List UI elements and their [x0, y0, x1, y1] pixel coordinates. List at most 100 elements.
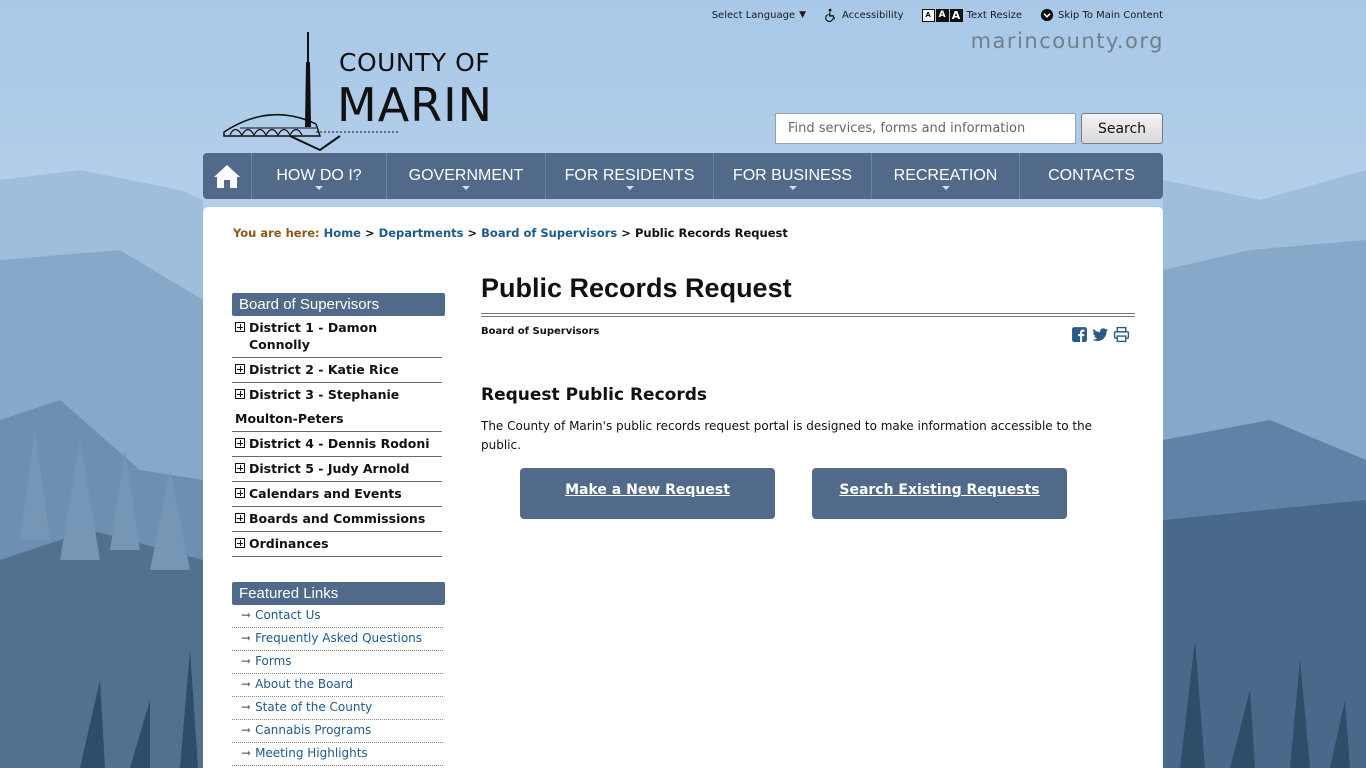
featured-link-label: Cannabis Programs [255, 723, 372, 737]
expand-plus-icon[interactable] [235, 438, 245, 448]
breadcrumb-lead: You are here: [233, 226, 320, 240]
sidebar-item-label: District 2 - Katie Rice [249, 362, 399, 377]
breadcrumb-separator: > [365, 226, 375, 240]
featured-links: Featured Links ➞ Contact Us ➞ Frequently A… [232, 582, 445, 766]
chevron-down-icon: ▼ [799, 10, 807, 20]
breadcrumb-departments-link[interactable]: Departments [379, 226, 464, 240]
featured-link-highlights[interactable]: ➞ Meeting Highlights [232, 743, 443, 766]
expand-plus-icon[interactable] [235, 513, 245, 523]
sidebar-item-label: District 3 - Stephanie Moulton-Peters [235, 386, 442, 427]
nav-for-business[interactable]: FOR BUSINESS [714, 153, 872, 199]
breadcrumb-current: Public Records Request [634, 226, 788, 240]
section-heading: Request Public Records [481, 385, 708, 405]
arrow-right-icon: ➞ [241, 631, 252, 645]
sidebar-board-menu: Board of Supervisors District 1 - Damon … [232, 293, 445, 557]
expand-plus-icon[interactable] [235, 322, 245, 332]
text-resize-control[interactable]: A A A Text Resize [921, 8, 1022, 22]
arrow-right-icon: ➞ [241, 654, 252, 668]
page-title: Public Records Request [481, 273, 1135, 317]
sidebar-list: District 1 - Damon Connolly District 2 -… [232, 316, 445, 557]
sidebar-item-boards[interactable]: Boards and Commissions [232, 507, 442, 532]
content-panel: You are here: Home > Departments > Board… [203, 207, 1163, 768]
accessibility-link[interactable]: Accessibility [824, 8, 904, 22]
sidebar-item-label: Calendars and Events [249, 486, 402, 501]
site-domain: marincounty.org [970, 29, 1164, 53]
nav-home[interactable] [203, 153, 252, 199]
featured-title: Featured Links [232, 582, 445, 605]
featured-link-forms[interactable]: ➞ Forms [232, 651, 443, 674]
sidebar-item-label: District 5 - Judy Arnold [249, 461, 410, 476]
search-existing-requests-button[interactable]: Search Existing Requests [812, 468, 1067, 519]
caret-down-icon [941, 186, 950, 190]
nav-label: RECREATION [893, 167, 998, 184]
arrow-right-icon: ➞ [241, 723, 252, 737]
section-description: The County of Marin's public records req… [481, 419, 1093, 452]
sidebar-item-calendars[interactable]: Calendars and Events [232, 482, 442, 507]
sidebar-item-ordinances[interactable]: Ordinances [232, 532, 442, 557]
nav-contacts[interactable]: CONTACTS [1020, 153, 1163, 199]
breadcrumb-separator: > [467, 226, 478, 240]
featured-link-about[interactable]: ➞ About the Board [232, 674, 443, 697]
expand-plus-icon[interactable] [235, 389, 245, 399]
sidebar-item-district-3[interactable]: District 3 - Stephanie Moulton-Peters [232, 383, 442, 432]
arrow-right-icon: ➞ [241, 700, 252, 714]
nav-label: FOR BUSINESS [732, 167, 853, 184]
sidebar-item-district-2[interactable]: District 2 - Katie Rice [232, 358, 442, 383]
featured-link-faq[interactable]: ➞ Frequently Asked Questions [232, 628, 443, 651]
logo-county-of: COUNTY OF [339, 48, 491, 77]
language-label: Select Language [711, 9, 796, 21]
sidebar-title[interactable]: Board of Supervisors [232, 293, 445, 316]
sidebar-item-label-line1: District 3 - Stephanie [249, 387, 400, 402]
featured-link-label: Frequently Asked Questions [255, 631, 423, 645]
featured-link-label: Forms [255, 654, 292, 668]
accessibility-label: Accessibility [842, 9, 904, 21]
text-size-small[interactable]: A [921, 8, 935, 22]
department-row: Board of Supervisors [481, 317, 1135, 353]
sidebar-item-district-1[interactable]: District 1 - Damon Connolly [232, 316, 442, 358]
nav-government[interactable]: GOVERNMENT [387, 153, 546, 199]
expand-plus-icon[interactable] [235, 538, 245, 548]
sidebar-item-district-4[interactable]: District 4 - Dennis Rodoni [232, 432, 442, 457]
arrow-right-icon: ➞ [241, 746, 252, 760]
skip-to-main-link[interactable]: Skip To Main Content [1040, 8, 1163, 22]
expand-plus-icon[interactable] [235, 488, 245, 498]
breadcrumb-home-link[interactable]: Home [324, 226, 361, 240]
facebook-icon[interactable] [1071, 326, 1088, 343]
request-actions: Make a New Request Search Existing Reque… [520, 468, 1067, 519]
nav-recreation[interactable]: RECREATION [872, 153, 1020, 199]
featured-link-label: About the Board [255, 677, 354, 691]
text-size-large[interactable]: A [949, 8, 963, 22]
caret-down-icon [462, 186, 470, 190]
featured-link-label: Meeting Highlights [255, 746, 368, 760]
expand-plus-icon[interactable] [235, 463, 245, 473]
county-logo[interactable]: COUNTY OF MARIN [220, 32, 500, 154]
nav-how-do-i[interactable]: HOW DO I? [252, 153, 387, 199]
featured-link-contact[interactable]: ➞ Contact Us [232, 605, 443, 628]
sidebar-item-label: Ordinances [249, 536, 329, 551]
language-select[interactable]: Select Language ▼ [712, 10, 806, 21]
breadcrumb-board-link[interactable]: Board of Supervisors [481, 226, 617, 240]
expand-plus-icon[interactable] [235, 364, 245, 374]
featured-list: ➞ Contact Us ➞ Frequently Asked Questions … [232, 605, 445, 766]
department-label: Board of Supervisors [481, 326, 600, 337]
featured-link-label: State of the County [255, 700, 373, 714]
caret-down-icon [625, 186, 634, 190]
print-icon[interactable] [1113, 326, 1130, 343]
utility-bar: Select Language ▼ Accessibility A A A Te… [712, 7, 1163, 23]
search-button[interactable]: Search [1081, 113, 1163, 144]
logo-marin: MARIN [337, 78, 494, 132]
text-size-medium[interactable]: A [935, 8, 949, 22]
caret-down-icon [315, 186, 323, 190]
arrow-right-icon: ➞ [241, 677, 252, 691]
search-input[interactable] [775, 113, 1076, 144]
twitter-icon[interactable] [1092, 326, 1109, 343]
home-icon [214, 165, 240, 188]
sidebar-item-district-5[interactable]: District 5 - Judy Arnold [232, 457, 442, 482]
featured-link-state[interactable]: ➞ State of the County [232, 697, 443, 720]
arrow-right-icon: ➞ [241, 608, 252, 622]
share-tools [1071, 326, 1130, 343]
nav-for-residents[interactable]: FOR RESIDENTS [546, 153, 714, 199]
make-new-request-button[interactable]: Make a New Request [520, 468, 775, 519]
sidebar-item-label: District 1 - Damon Connolly [249, 320, 378, 352]
featured-link-cannabis[interactable]: ➞ Cannabis Programs [232, 720, 443, 743]
